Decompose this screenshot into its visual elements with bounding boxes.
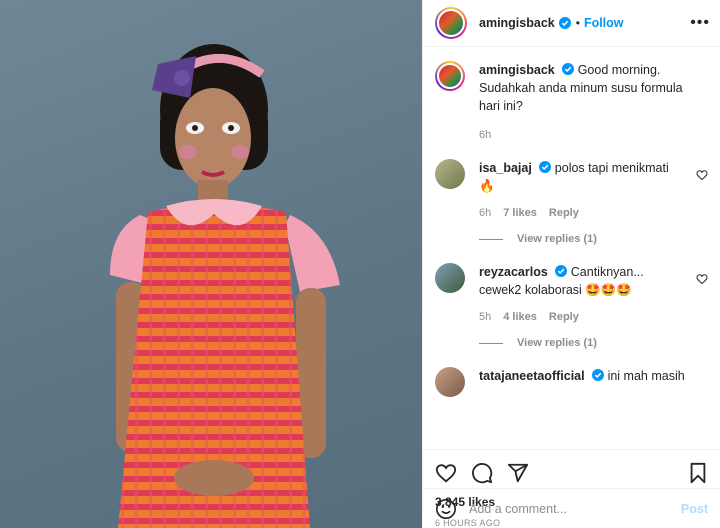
separator-dot: • xyxy=(575,16,580,30)
view-replies-label: View replies (1) xyxy=(517,233,597,245)
author-avatar[interactable] xyxy=(435,7,467,39)
verified-badge-icon xyxy=(555,265,568,277)
verified-badge-icon xyxy=(562,63,575,75)
comment-likes[interactable]: 4 likes xyxy=(503,311,537,323)
commenter-avatar[interactable] xyxy=(435,159,465,189)
reply-button[interactable]: Reply xyxy=(549,311,579,323)
comment-icon[interactable] xyxy=(471,462,493,484)
comment-time: 6h xyxy=(479,207,492,219)
add-comment-bar: Post xyxy=(423,488,720,528)
heart-icon[interactable] xyxy=(435,462,457,484)
commenter-avatar[interactable] xyxy=(435,367,465,397)
comment-time: 5h xyxy=(479,311,492,323)
verified-badge-icon xyxy=(558,17,571,29)
add-comment-input[interactable] xyxy=(469,501,681,516)
bookmark-icon[interactable] xyxy=(688,462,708,484)
comment-text: ini mah masih xyxy=(607,369,685,383)
verified-badge-icon xyxy=(592,369,605,381)
view-replies-button[interactable]: View replies (1) xyxy=(479,337,708,349)
view-replies-button[interactable]: View replies (1) xyxy=(479,233,708,245)
smiley-icon[interactable] xyxy=(435,498,457,520)
reply-button[interactable]: Reply xyxy=(549,207,579,219)
post-side-panel: amingisback • Follow ••• amingisback Goo… xyxy=(422,0,720,528)
post-photo[interactable] xyxy=(0,0,422,528)
caption: amingisback Good morning. Sudahkah anda … xyxy=(435,61,708,141)
author-username[interactable]: amingisback xyxy=(479,16,555,30)
commenter-avatar[interactable] xyxy=(435,263,465,293)
comment-likes[interactable]: 7 likes xyxy=(503,207,537,219)
comment-item: isa_bajaj polos tapi menikmati 🔥 6h 7 li… xyxy=(435,159,708,219)
comment-username[interactable]: isa_bajaj xyxy=(479,161,532,175)
caption-username[interactable]: amingisback xyxy=(479,63,555,77)
comment-username[interactable]: tatajaneetaofficial xyxy=(479,369,585,383)
follow-button[interactable]: Follow xyxy=(584,16,624,30)
comment-username[interactable]: reyzacarlos xyxy=(479,265,548,279)
replies-line xyxy=(479,342,503,344)
comment-item: reyzacarlos Cantiknyan... cewek2 kolabor… xyxy=(435,263,708,323)
verified-badge-icon xyxy=(539,161,552,173)
comment-like-heart-icon[interactable] xyxy=(696,169,708,181)
post-button[interactable]: Post xyxy=(681,502,708,516)
comment-like-heart-icon[interactable] xyxy=(696,273,708,285)
post-image xyxy=(110,44,340,528)
replies-line xyxy=(479,238,503,240)
paper-plane-icon[interactable] xyxy=(507,462,529,484)
post-header: amingisback • Follow ••• xyxy=(423,0,720,47)
author-avatar[interactable] xyxy=(435,61,465,91)
view-replies-label: View replies (1) xyxy=(517,337,597,349)
more-options-icon[interactable]: ••• xyxy=(690,14,710,32)
comments-section[interactable]: amingisback Good morning. Sudahkah anda … xyxy=(423,47,720,449)
comment-item: tatajaneetaofficial ini mah masih xyxy=(435,367,708,397)
caption-time: 6h xyxy=(479,129,492,141)
